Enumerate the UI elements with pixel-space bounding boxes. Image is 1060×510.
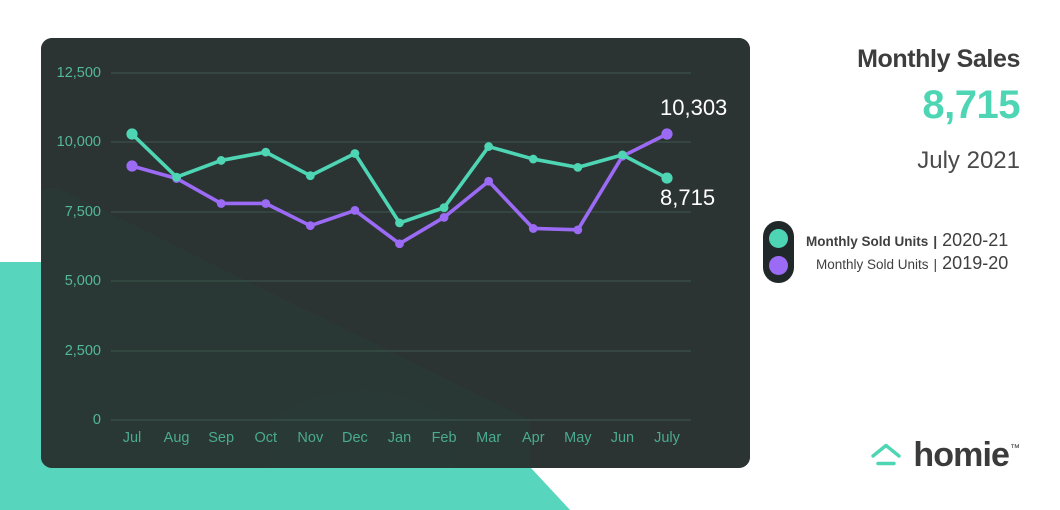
data-point[interactable] (305, 221, 315, 231)
data-point[interactable] (172, 172, 181, 182)
brand-wordmark: homie (913, 436, 1010, 474)
line-chart: 12,500 10,000 7,500 5,000 2,500 0 Jul Aug… (41, 38, 750, 468)
data-point[interactable] (618, 150, 627, 160)
trademark-symbol: ™ (1010, 443, 1020, 454)
legend-dot-2019-20 (769, 256, 788, 275)
data-point[interactable] (261, 199, 271, 208)
data-point[interactable] (126, 128, 138, 140)
xtick-label: Mar (476, 430, 501, 446)
chart-legend: Monthly Sold Units | 2020-21 Monthly Sol… (763, 221, 1008, 283)
end-label-lower: 8,715 (660, 185, 715, 210)
ytick-label: 0 (93, 412, 101, 428)
data-point[interactable] (484, 176, 494, 186)
data-point[interactable] (573, 225, 583, 235)
data-point[interactable] (661, 128, 673, 140)
kpi-period: July 2021 (917, 146, 1020, 174)
data-point[interactable] (528, 154, 538, 164)
legend-series-name: Monthly Sold Units (815, 257, 929, 272)
chart-panel: 12,500 10,000 7,500 5,000 2,500 0 Jul Aug… (41, 38, 750, 468)
data-point[interactable] (484, 142, 494, 151)
legend-series-name: Monthly Sold Units (806, 233, 929, 249)
xtick-label: Dec (342, 430, 368, 446)
data-point[interactable] (439, 203, 449, 213)
data-point[interactable] (661, 172, 673, 184)
legend-rows: Monthly Sold Units | 2020-21 Monthly Sol… (806, 229, 1008, 275)
data-point[interactable] (261, 147, 271, 157)
xtick-label: Aug (164, 430, 190, 446)
xtick-label: Oct (254, 430, 277, 446)
data-point[interactable] (439, 212, 449, 222)
brand-logo: homie ™ (869, 438, 1020, 472)
legend-series-period: 2020-21 (942, 229, 1009, 250)
data-point[interactable] (395, 239, 404, 249)
xtick-label: July (654, 430, 681, 446)
data-point[interactable] (528, 224, 538, 233)
data-point[interactable] (216, 156, 226, 165)
data-point[interactable] (395, 218, 404, 228)
xtick-label: Jan (388, 430, 411, 446)
data-point[interactable] (305, 171, 315, 181)
data-point[interactable] (350, 206, 360, 215)
kpi-value: 8,715 (922, 82, 1020, 127)
ytick-label: 12,500 (57, 65, 101, 81)
data-point[interactable] (350, 149, 360, 158)
legend-separator: | (933, 256, 938, 272)
legend-item-2020-21: Monthly Sold Units | 2020-21 (806, 229, 1008, 252)
page-title: Monthly Sales (857, 45, 1020, 73)
legend-swatch-pill (763, 221, 794, 283)
legend-series-period: 2019-20 (942, 253, 1009, 273)
data-point[interactable] (573, 162, 583, 172)
ytick-label: 10,000 (57, 134, 101, 150)
legend-dot-2020-21 (769, 229, 788, 248)
house-roof-icon (871, 443, 902, 466)
data-point[interactable] (216, 199, 226, 208)
ytick-label: 5,000 (65, 273, 101, 289)
xtick-label: Sep (208, 430, 234, 446)
xtick-label: Apr (522, 430, 545, 446)
legend-item-2019-20: Monthly Sold Units | 2019-20 (806, 252, 1008, 275)
legend-separator: | (933, 232, 938, 249)
end-label-upper: 10,303 (660, 95, 727, 120)
xtick-label: May (564, 430, 592, 446)
xtick-label: Nov (297, 430, 324, 446)
kpi-block: Monthly Sales 8,715 July 2021 (780, 45, 1020, 175)
ytick-label: 2,500 (65, 343, 101, 359)
xtick-label: Feb (432, 430, 457, 446)
data-point[interactable] (126, 160, 138, 172)
ytick-label: 7,500 (65, 204, 101, 220)
xtick-label: Jul (123, 430, 142, 446)
xtick-label: Jun (611, 430, 634, 446)
right-rail: Monthly Sales 8,715 July 2021 Monthly So… (760, 0, 1060, 510)
